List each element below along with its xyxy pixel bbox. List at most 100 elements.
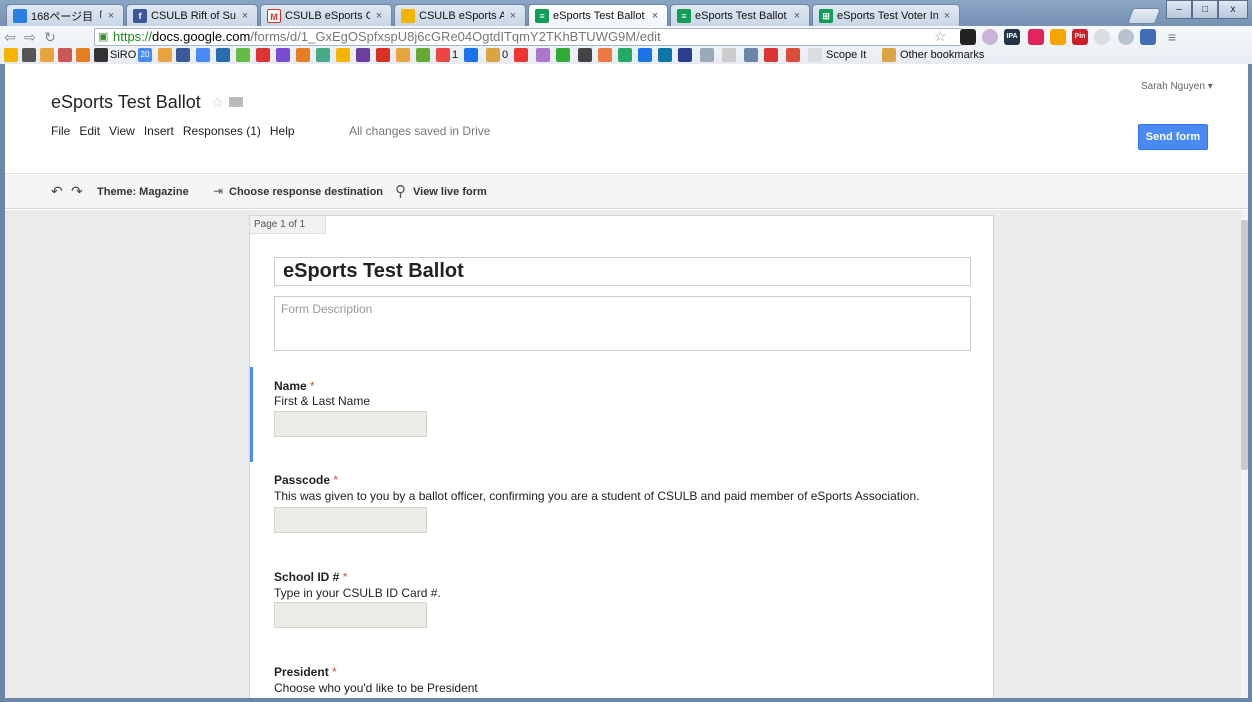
question-president-title[interactable]: President *: [274, 665, 337, 679]
close-icon[interactable]: ×: [941, 10, 953, 22]
linkedin-bookmark-icon[interactable]: [658, 48, 672, 62]
name-input[interactable]: [274, 411, 427, 437]
bookmark-icon[interactable]: [638, 48, 652, 62]
theme-button[interactable]: Theme: Magazine: [97, 186, 189, 198]
bookmark-icon[interactable]: [296, 48, 310, 62]
forward-icon[interactable]: ⇨: [20, 27, 40, 47]
bookmark-icon[interactable]: [700, 48, 714, 62]
view-live-form-button[interactable]: View live form: [413, 186, 487, 198]
undo-icon[interactable]: ↶: [51, 183, 63, 200]
bookmark-icon[interactable]: [744, 48, 758, 62]
gmail-bookmark-icon[interactable]: [376, 48, 390, 62]
bookmark-icon[interactable]: [578, 48, 592, 62]
tab-esports-association[interactable]: CSULB eSports Associ ×: [394, 4, 526, 26]
close-icon[interactable]: ×: [239, 10, 251, 22]
lastpass-extension-icon[interactable]: [1028, 29, 1044, 45]
bookmark-icon[interactable]: [176, 48, 190, 62]
tab-test-ballot-active[interactable]: ≡ eSports Test Ballot - G ×: [528, 4, 668, 26]
calendar-bookmark-icon[interactable]: 20: [138, 48, 152, 62]
form-description-field[interactable]: Form Description: [274, 296, 971, 351]
star-extension-icon[interactable]: [1140, 29, 1156, 45]
bookmark-icon[interactable]: [276, 48, 290, 62]
pocket-extension-icon[interactable]: [1118, 29, 1134, 45]
bookmark-icon[interactable]: [196, 48, 210, 62]
question-school-id-title[interactable]: School ID # *: [274, 570, 347, 584]
address-bar[interactable]: ▣ https://docs.google.com/forms/d/1_GxEg…: [94, 28, 962, 46]
reload-icon[interactable]: ↻: [40, 27, 60, 47]
pinterest-extension-icon[interactable]: Pin: [1072, 29, 1088, 45]
menu-insert[interactable]: Insert: [144, 124, 174, 138]
bookmark-icon[interactable]: [256, 48, 270, 62]
menu-file[interactable]: File: [51, 124, 70, 138]
tab-esports-constitution[interactable]: M CSULB eSports Constit ×: [260, 4, 392, 26]
bookmark-icon[interactable]: [678, 48, 692, 62]
back-icon[interactable]: ⇦: [0, 27, 20, 47]
new-tab-button[interactable]: [1127, 8, 1161, 24]
bookmark-icon[interactable]: [336, 48, 350, 62]
bookmark-icon[interactable]: [764, 48, 778, 62]
bookmark-icon[interactable]: [4, 48, 18, 62]
close-icon[interactable]: ×: [373, 10, 385, 22]
ipa-extension-icon[interactable]: IPA: [1004, 29, 1020, 45]
bookmark-icon[interactable]: [464, 48, 478, 62]
bookmark-icon[interactable]: [416, 48, 430, 62]
folder-icon[interactable]: [486, 48, 500, 62]
question-name-title[interactable]: Name *: [274, 379, 315, 393]
menu-responses[interactable]: Responses (1): [183, 124, 261, 138]
bookmark-icon[interactable]: [396, 48, 410, 62]
school-id-input[interactable]: [274, 602, 427, 628]
bookmark-icon[interactable]: [722, 48, 736, 62]
star-icon[interactable]: ☆: [211, 94, 224, 111]
bookmark-icon[interactable]: [158, 48, 172, 62]
bookmark-icon[interactable]: [236, 48, 250, 62]
bookmark-icon[interactable]: [316, 48, 330, 62]
menu-edit[interactable]: Edit: [79, 124, 100, 138]
grey-extension-icon[interactable]: [1094, 29, 1110, 45]
bookmark-icon[interactable]: [216, 48, 230, 62]
bookmark-icon[interactable]: [76, 48, 90, 62]
folder-icon[interactable]: [229, 97, 243, 107]
bookmark-icon[interactable]: [514, 48, 528, 62]
bookmark-icon[interactable]: [598, 48, 612, 62]
form-title-field[interactable]: eSports Test Ballot: [274, 257, 971, 286]
menu-icon[interactable]: ≡: [1164, 29, 1180, 45]
close-icon[interactable]: ×: [791, 10, 803, 22]
close-window-button[interactable]: x: [1218, 0, 1248, 19]
google-plus-bookmark-icon[interactable]: [786, 48, 800, 62]
tab-rift-of-summoners[interactable]: f CSULB Rift of Summon ×: [126, 4, 258, 26]
bookmark-icon[interactable]: [436, 48, 450, 62]
tab-league[interactable]: 168ページ目「League ×: [6, 4, 124, 26]
other-bookmarks[interactable]: Other bookmarks: [900, 49, 984, 61]
bookmark-scope-it[interactable]: Scope It: [826, 49, 866, 61]
menu-help[interactable]: Help: [270, 124, 295, 138]
redo-icon[interactable]: ↷: [71, 183, 83, 200]
menu-view[interactable]: View: [109, 124, 135, 138]
bookmark-siro[interactable]: SiRO: [110, 49, 136, 61]
maximize-button[interactable]: □: [1192, 0, 1218, 19]
bookmark-icon[interactable]: [58, 48, 72, 62]
bookmark-icon[interactable]: [22, 48, 36, 62]
close-icon[interactable]: ×: [105, 10, 117, 22]
heart-extension-icon[interactable]: [982, 29, 998, 45]
response-destination-button[interactable]: Choose response destination: [229, 186, 383, 198]
bookmark-icon[interactable]: [556, 48, 570, 62]
send-form-button[interactable]: Send form: [1138, 124, 1208, 150]
bookmark-icon[interactable]: [356, 48, 370, 62]
document-title[interactable]: eSports Test Ballot: [51, 92, 201, 113]
bookmark-icon[interactable]: [536, 48, 550, 62]
passcode-input[interactable]: [274, 507, 427, 533]
bookmark-icon[interactable]: [618, 48, 632, 62]
vertical-scrollbar[interactable]: [1241, 210, 1248, 698]
close-icon[interactable]: ×: [649, 10, 661, 22]
account-menu[interactable]: Sarah Nguyen ▾: [1141, 81, 1213, 92]
bookmark-icon[interactable]: [40, 48, 54, 62]
tab-voter-info[interactable]: ⊞ eSports Test Voter Info ×: [812, 4, 960, 26]
tab-test-ballot[interactable]: ≡ eSports Test Ballot - G ×: [670, 4, 810, 26]
highlighter-extension-icon[interactable]: [1050, 29, 1066, 45]
question-passcode-title[interactable]: Passcode *: [274, 473, 338, 487]
scrollbar-thumb[interactable]: [1241, 220, 1248, 470]
minimize-button[interactable]: –: [1166, 0, 1192, 19]
close-icon[interactable]: ×: [507, 10, 519, 22]
amazon-extension-icon[interactable]: [960, 29, 976, 45]
bookmark-star-icon[interactable]: ☆: [934, 28, 947, 45]
